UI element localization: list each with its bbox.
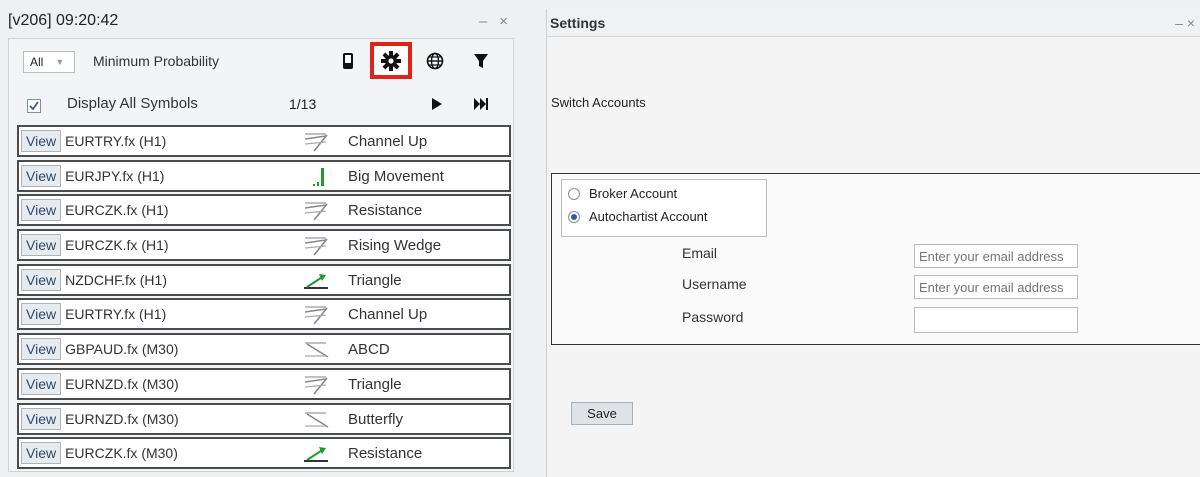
view-button[interactable]: View — [21, 407, 62, 430]
breakout-up-icon — [302, 443, 332, 465]
symbol-label: GBPAUD.fx (M30) — [65, 341, 179, 358]
filter-icon[interactable] — [467, 47, 495, 75]
symbol-label: EURCZK.fx (H1) — [65, 237, 169, 254]
username-label: Username — [682, 276, 747, 292]
view-button[interactable]: View — [21, 234, 62, 257]
view-button[interactable]: View — [21, 372, 62, 395]
pattern-label: Triangle — [348, 375, 402, 393]
display-all-checkbox[interactable] — [27, 99, 41, 113]
fast-forward-icon[interactable] — [473, 97, 489, 114]
view-button[interactable]: View — [21, 164, 62, 187]
list-item[interactable]: View EURJPY.fx (H1) Big Movement — [17, 159, 511, 192]
symbol-label: EURCZK.fx (M30) — [65, 445, 178, 462]
pattern-label: Rising Wedge — [348, 237, 442, 255]
list-item[interactable]: View EURCZK.fx (H1) Resistance — [17, 194, 511, 227]
radio-label: Broker Account — [589, 186, 678, 201]
gear-icon — [381, 50, 401, 71]
list-item[interactable]: View EURNZD.fx (M30) Triangle — [17, 367, 511, 400]
trend-up-icon — [302, 235, 332, 257]
list-item[interactable]: View NZDCHF.fx (H1) Triangle — [17, 263, 511, 296]
scanner-titlebar: [v206] 09:20:42 – × — [2, 6, 516, 36]
account-type-group: Broker Account Autochartist Account — [561, 179, 767, 237]
trend-up-icon — [302, 131, 332, 153]
list-item[interactable]: View EURCZK.fx (M30) Resistance — [17, 437, 511, 470]
window-controls: – × — [479, 13, 508, 30]
email-field[interactable] — [914, 244, 1078, 268]
radio-button[interactable] — [568, 210, 580, 223]
symbol-label: EURTRY.fx (H1) — [65, 306, 167, 323]
min-probability-label: Minimum Probability — [93, 53, 220, 69]
pattern-label: Butterfly — [348, 410, 404, 428]
pattern-label: Resistance — [348, 445, 423, 463]
view-button[interactable]: View — [21, 338, 62, 361]
list-item[interactable]: View GBPAUD.fx (M30) ABCD — [17, 333, 511, 366]
page-counter: 1/13 — [289, 96, 317, 112]
mobile-icon[interactable] — [334, 47, 362, 75]
pattern-label: Resistance — [348, 202, 423, 220]
view-button[interactable]: View — [21, 268, 62, 291]
minimize-button[interactable]: – — [479, 13, 487, 30]
radio-label: Autochartist Account — [589, 209, 708, 224]
save-button[interactable]: Save — [571, 402, 633, 425]
view-button[interactable]: View — [21, 130, 62, 152]
trend-up-icon — [302, 304, 332, 326]
window-title: [v206] 09:20:42 — [8, 12, 119, 29]
view-button[interactable]: View — [21, 199, 62, 222]
trend-down-icon — [302, 339, 332, 361]
scanner-window: [v206] 09:20:42 – × All ▼ Minimum Probab… — [2, 6, 516, 474]
filter-dropdown-value: All — [30, 55, 44, 69]
symbol-label: NZDCHF.fx (H1) — [65, 271, 167, 288]
globe-icon[interactable] — [421, 47, 449, 75]
email-label: Email — [682, 245, 718, 261]
play-icon[interactable] — [431, 97, 443, 114]
pattern-label: Triangle — [348, 271, 402, 289]
breakout-up-icon — [302, 270, 332, 292]
close-button[interactable]: × — [499, 13, 508, 30]
switch-accounts-label: Switch Accounts — [551, 95, 646, 110]
pattern-label: Big Movement — [348, 167, 444, 185]
symbol-label: EURNZD.fx (M30) — [65, 375, 179, 392]
radio-autochartist-account[interactable]: Autochartist Account — [568, 209, 708, 224]
list-item[interactable]: View EURCZK.fx (H1) Rising Wedge — [17, 229, 511, 262]
check-icon — [29, 101, 39, 111]
radio-button[interactable] — [568, 187, 580, 200]
settings-button[interactable] — [370, 42, 412, 79]
password-field[interactable] — [914, 307, 1078, 333]
symbol-label: EURJPY.fx (H1) — [65, 167, 165, 184]
account-form: Broker Account Autochartist Account Emai… — [551, 173, 1200, 345]
settings-window-controls[interactable]: – × — [1175, 15, 1195, 31]
symbol-label: EURCZK.fx (H1) — [65, 202, 169, 219]
display-all-label: Display All Symbols — [67, 95, 198, 112]
radio-broker-account[interactable]: Broker Account — [568, 186, 677, 201]
symbol-label: EURTRY.fx (H1) — [65, 133, 167, 149]
view-button[interactable]: View — [21, 303, 62, 326]
settings-window: Settings – × Switch Accounts Broker Acco… — [546, 9, 1200, 477]
list-item[interactable]: View EURTRY.fx (H1) Channel Up — [17, 298, 511, 331]
signal-list: View EURTRY.fx (H1) Channel Up View EURJPY.f… — [17, 125, 511, 472]
chevron-down-icon: ▼ — [55, 57, 65, 67]
pattern-label: Channel Up — [348, 306, 428, 324]
trend-up-icon — [302, 200, 332, 222]
username-field[interactable] — [914, 275, 1078, 299]
pattern-label: Channel Up — [348, 133, 428, 150]
settings-titlebar: Settings – × — [547, 9, 1200, 37]
trend-down-icon — [302, 409, 332, 431]
scanner-body: All ▼ Minimum Probability Display All Sy… — [8, 38, 514, 472]
view-button[interactable]: View — [21, 442, 62, 465]
filter-dropdown[interactable]: All ▼ — [23, 51, 75, 73]
list-item[interactable]: View EURTRY.fx (H1) Channel Up — [17, 125, 511, 157]
pattern-label: ABCD — [348, 341, 390, 359]
list-item[interactable]: View EURNZD.fx (M30) Butterfly — [17, 402, 511, 435]
settings-title: Settings — [550, 14, 606, 31]
big-movement-icon — [302, 166, 332, 188]
password-label: Password — [682, 309, 744, 325]
symbol-label: EURNZD.fx (M30) — [65, 410, 179, 427]
trend-up-icon — [302, 374, 332, 396]
